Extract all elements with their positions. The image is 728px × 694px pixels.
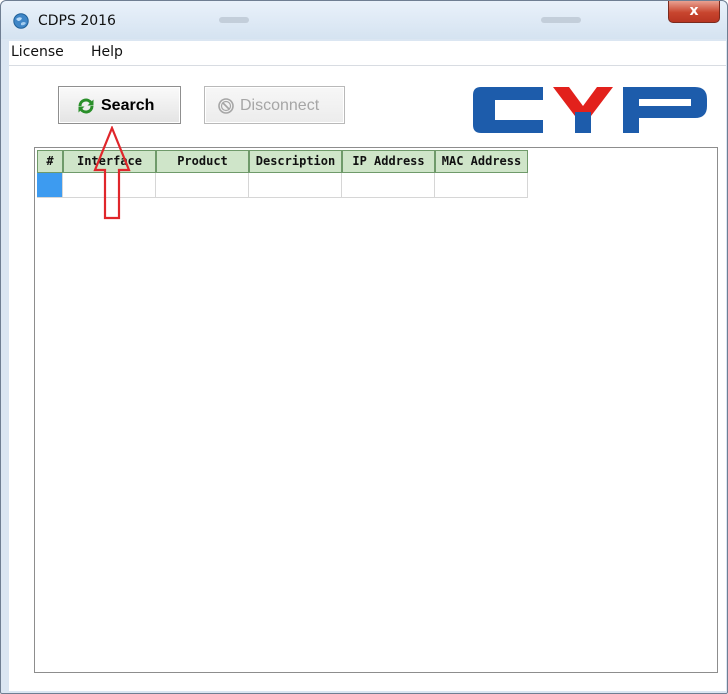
title-bar[interactable]: CDPS 2016 x (1, 1, 727, 39)
menu-license[interactable]: License (11, 44, 64, 60)
column-header-number[interactable]: # (37, 150, 63, 173)
globe-icon (13, 13, 29, 29)
blurred-text (541, 17, 581, 23)
table-cell[interactable] (156, 173, 249, 198)
menu-help[interactable]: Help (91, 44, 123, 60)
ban-icon (218, 98, 234, 114)
search-button[interactable]: Search (58, 86, 181, 124)
column-header-mac-address[interactable]: MAC Address (435, 150, 528, 173)
disconnect-button[interactable]: Disconnect (204, 86, 345, 124)
column-header-description[interactable]: Description (249, 150, 342, 173)
column-header-ip-address[interactable]: IP Address (342, 150, 435, 173)
window-title: CDPS 2016 (38, 13, 116, 29)
column-header-product[interactable]: Product (156, 150, 249, 173)
search-button-label: Search (101, 97, 155, 114)
table-cell[interactable] (435, 173, 528, 198)
cyp-logo (473, 87, 707, 133)
close-icon: x (689, 3, 699, 19)
disconnect-button-label: Disconnect (240, 97, 320, 114)
row-selector[interactable] (37, 173, 63, 198)
refresh-icon (78, 98, 94, 114)
app-window: CDPS 2016 x License Help Search Disconne… (0, 0, 728, 694)
annotation-arrow-icon (93, 126, 131, 220)
device-table[interactable]: # Interface Product Description IP Addre… (34, 147, 718, 673)
table-cell[interactable] (249, 173, 342, 198)
blurred-text (219, 17, 249, 23)
table-cell[interactable] (342, 173, 435, 198)
menu-bar: License Help (9, 41, 726, 66)
close-button[interactable]: x (668, 1, 720, 23)
